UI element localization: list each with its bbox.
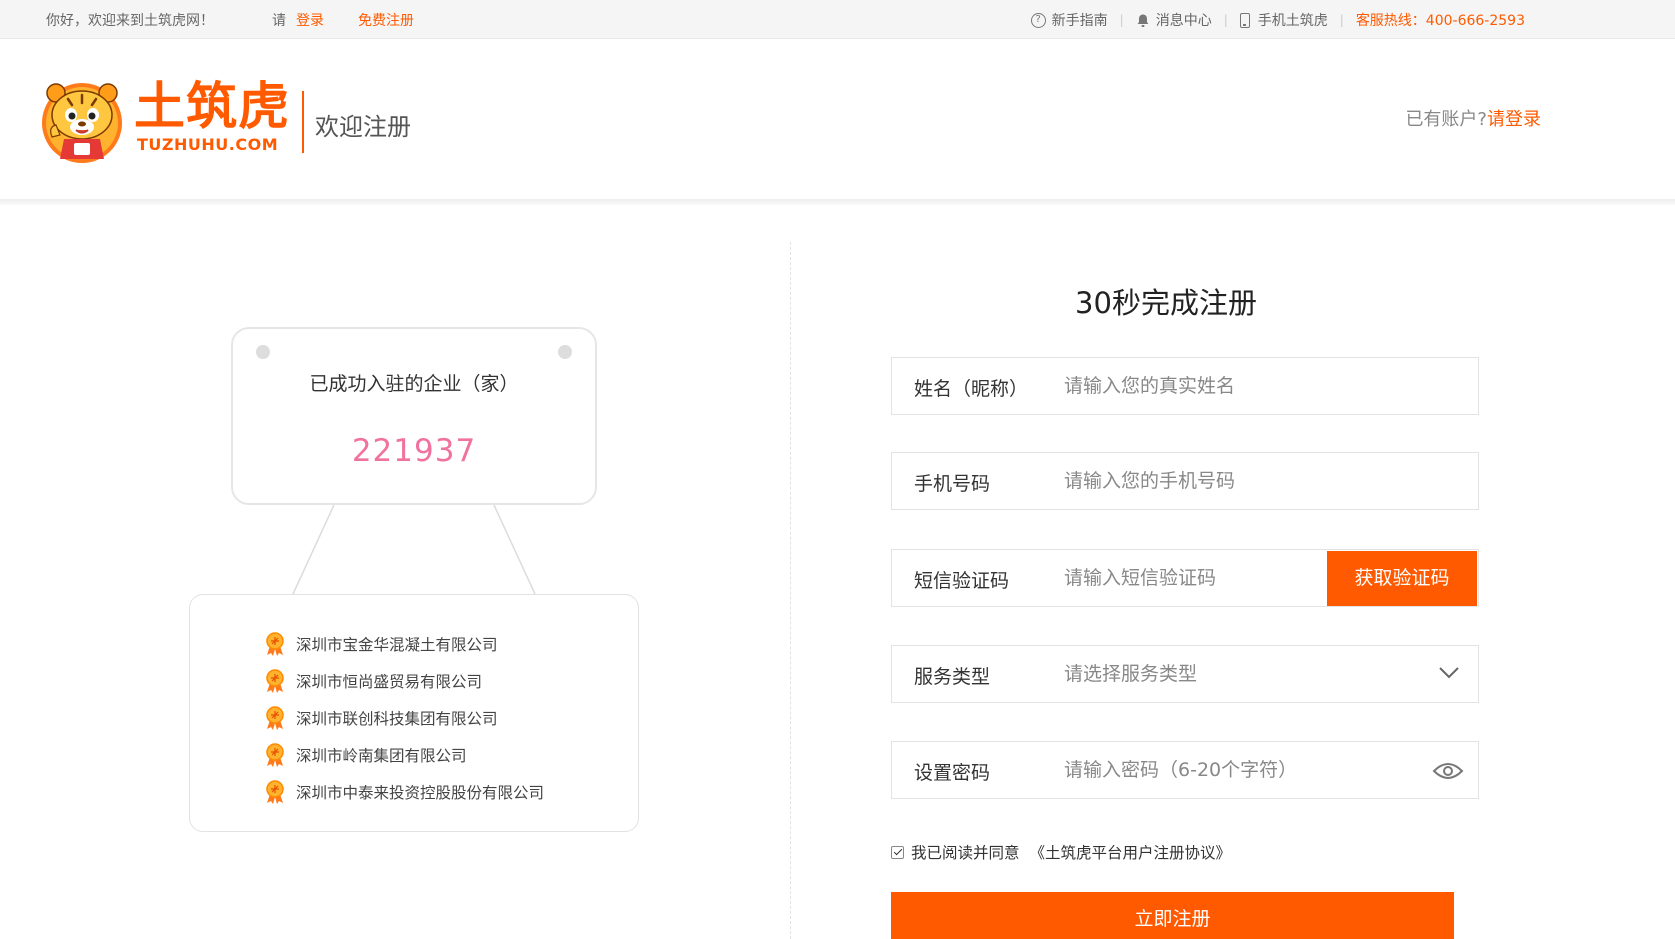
pin-dot bbox=[558, 345, 572, 359]
company-list-card: 深圳市宝金华混凝土有限公司 深圳市恒尚盛贸易有限公司 深圳市联创科技集团有限公司… bbox=[189, 594, 639, 832]
sms-code-label: 短信验证码 bbox=[914, 570, 1010, 592]
agree-checkbox[interactable] bbox=[891, 845, 904, 859]
service-type-field[interactable]: 服务类型 请选择服务类型 bbox=[891, 645, 1479, 703]
guide-link[interactable]: ? 新手指南 bbox=[1030, 10, 1108, 30]
page-title: 欢迎注册 bbox=[315, 113, 411, 141]
company-name: 深圳市中泰来投资控股股份有限公司 bbox=[296, 783, 545, 802]
separator: | bbox=[1223, 13, 1228, 27]
enterprise-count-card: 已成功入驻的企业（家） 221937 bbox=[231, 327, 597, 505]
phone-icon bbox=[1239, 12, 1250, 28]
company-item: 深圳市中泰来投资控股股份有限公司 bbox=[265, 773, 544, 810]
company-list: 深圳市宝金华混凝土有限公司 深圳市恒尚盛贸易有限公司 深圳市联创科技集团有限公司… bbox=[265, 625, 544, 810]
pin-dot bbox=[256, 345, 270, 359]
medal-icon bbox=[266, 742, 284, 767]
company-item: 深圳市宝金华混凝土有限公司 bbox=[265, 625, 544, 662]
header-shadow bbox=[0, 199, 1675, 205]
name-field: 姓名（昵称） bbox=[891, 357, 1479, 415]
greeting-text: 你好，欢迎来到土筑虎网！ bbox=[46, 13, 214, 29]
medal-icon bbox=[266, 705, 284, 730]
register-submit-button[interactable]: 立即注册 bbox=[891, 892, 1454, 939]
logo-subtext: TUZHUHU.COM bbox=[137, 135, 279, 154]
company-name: 深圳市宝金华混凝土有限公司 bbox=[296, 635, 498, 654]
eye-icon[interactable] bbox=[1432, 761, 1464, 781]
sms-code-input[interactable] bbox=[1064, 550, 1324, 606]
enterprise-count-label: 已成功入驻的企业（家） bbox=[309, 373, 519, 395]
medal-icon bbox=[266, 668, 284, 693]
page-header: 土筑虎 TUZHUHU.COM 欢迎注册 已有账户?请登录 bbox=[0, 39, 1675, 199]
medal-icon bbox=[266, 631, 284, 656]
company-item: 深圳市联创科技集团有限公司 bbox=[265, 699, 544, 736]
name-input[interactable] bbox=[1064, 358, 1404, 414]
agreement-row: 我已阅读并同意 《土筑虎平台用户注册协议》 bbox=[891, 841, 1231, 863]
logo-text[interactable]: 土筑虎 bbox=[134, 80, 290, 136]
have-account-text: 已有账户? bbox=[1405, 109, 1487, 130]
medal-icon bbox=[266, 779, 284, 804]
bell-icon bbox=[1137, 14, 1149, 27]
mobile-label: 手机土筑虎 bbox=[1257, 13, 1328, 29]
enterprise-count-value: 221937 bbox=[351, 433, 477, 469]
phone-input[interactable] bbox=[1064, 453, 1404, 509]
company-name: 深圳市联创科技集团有限公司 bbox=[296, 709, 498, 728]
service-type-select[interactable]: 请选择服务类型 bbox=[1064, 646, 1404, 702]
question-icon: ? bbox=[1030, 12, 1046, 28]
messages-link[interactable]: 消息中心 bbox=[1136, 10, 1212, 30]
separator: | bbox=[1119, 13, 1124, 27]
topbar-right-nav: ? 新手指南 | 消息中心 | 手机土筑虎 | 客服热线：400-666-259… bbox=[1030, 10, 1525, 30]
agreement-link[interactable]: 《土筑虎平台用户注册协议》 bbox=[1030, 841, 1232, 863]
messages-label: 消息中心 bbox=[1155, 13, 1212, 29]
header-login-link[interactable]: 请登录 bbox=[1487, 109, 1541, 130]
name-label: 姓名（昵称） bbox=[914, 378, 1029, 400]
company-name: 深圳市岭南集团有限公司 bbox=[296, 746, 467, 765]
password-input[interactable] bbox=[1064, 742, 1404, 798]
password-label: 设置密码 bbox=[914, 762, 991, 784]
service-type-label: 服务类型 bbox=[914, 666, 991, 688]
have-account: 已有账户?请登录 bbox=[1405, 105, 1541, 131]
company-item: 深圳市恒尚盛贸易有限公司 bbox=[265, 662, 544, 699]
topbar-login-link[interactable]: 登录 bbox=[296, 10, 324, 30]
phone-label: 手机号码 bbox=[914, 473, 991, 495]
chevron-down-icon[interactable] bbox=[1438, 666, 1460, 680]
agree-text: 我已阅读并同意 bbox=[911, 844, 1020, 862]
password-field: 设置密码 bbox=[891, 741, 1479, 799]
guide-label: 新手指南 bbox=[1051, 13, 1108, 29]
logo-divider bbox=[302, 91, 304, 153]
tiger-mascot-logo[interactable] bbox=[38, 77, 126, 165]
phone-field: 手机号码 bbox=[891, 452, 1479, 510]
get-code-button[interactable]: 获取验证码 bbox=[1327, 551, 1477, 606]
please-text: 请 bbox=[272, 13, 286, 29]
column-divider bbox=[790, 242, 791, 939]
sms-code-field: 短信验证码 获取验证码 bbox=[891, 549, 1479, 607]
company-name: 深圳市恒尚盛贸易有限公司 bbox=[296, 672, 483, 691]
separator: | bbox=[1339, 13, 1344, 27]
form-title: 30秒完成注册 bbox=[1075, 286, 1257, 320]
top-bar: 你好，欢迎来到土筑虎网！ 请 登录 免费注册 ? 新手指南 | 消息中心 | 手… bbox=[0, 0, 1675, 39]
mobile-app-link[interactable]: 手机土筑虎 bbox=[1239, 10, 1328, 30]
topbar-register-link[interactable]: 免费注册 bbox=[358, 10, 414, 30]
company-item: 深圳市岭南集团有限公司 bbox=[265, 736, 544, 773]
hotline-text: 客服热线：400-666-2593 bbox=[1355, 13, 1525, 29]
